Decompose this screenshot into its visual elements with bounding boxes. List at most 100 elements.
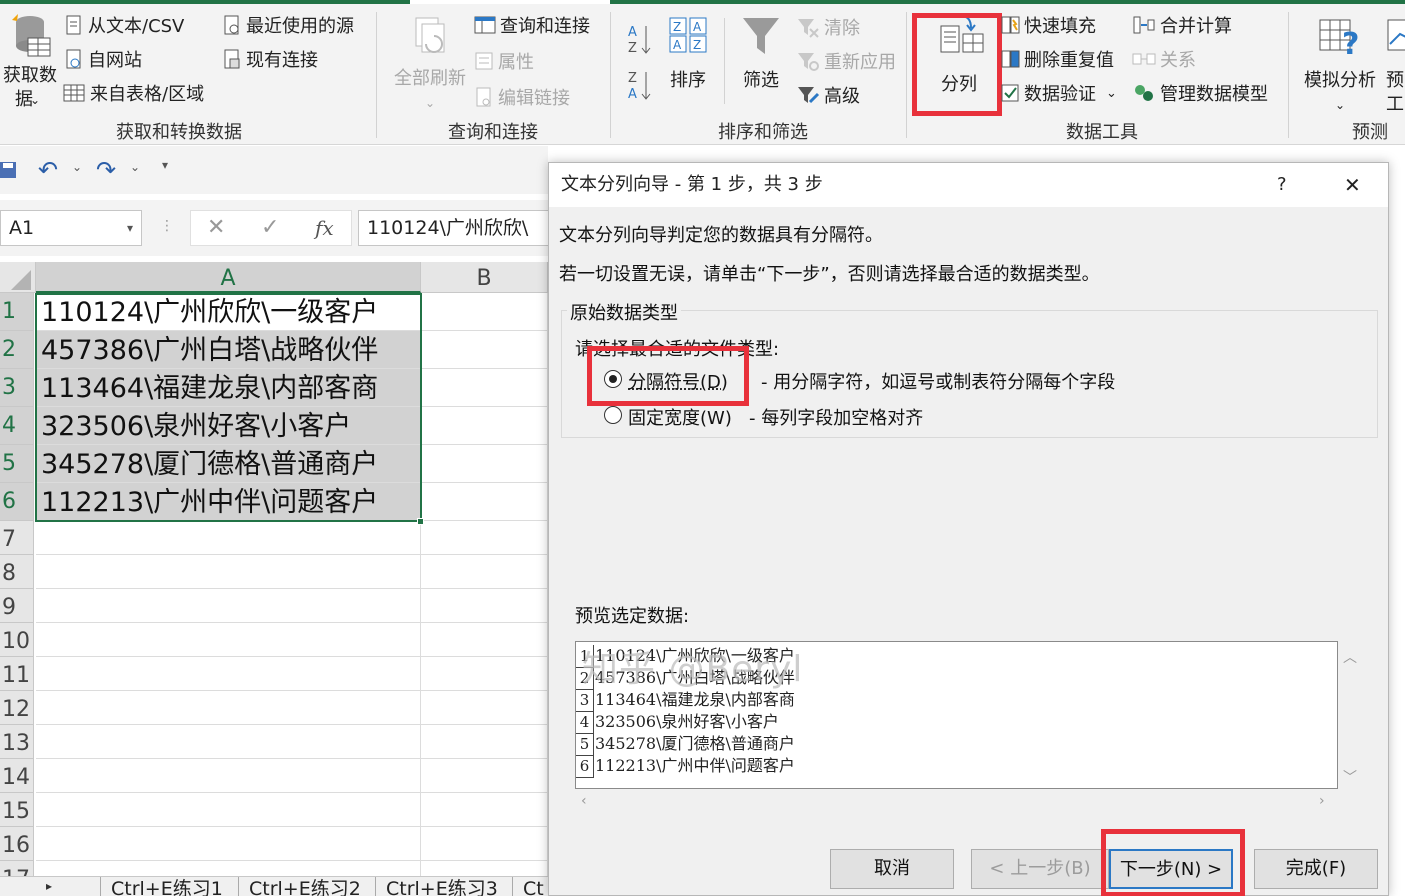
cell-b[interactable] xyxy=(421,331,548,369)
cell-a[interactable] xyxy=(36,827,421,861)
chevron-down-icon[interactable]: ▾ xyxy=(127,211,133,245)
cell-b[interactable] xyxy=(421,555,548,589)
column-header-b[interactable]: B xyxy=(421,262,548,293)
fixed-width-radio[interactable] xyxy=(604,406,622,424)
cell-a[interactable] xyxy=(36,725,421,759)
refresh-all-button[interactable]: 全部刷新 ⌄ xyxy=(390,14,470,115)
save-icon[interactable] xyxy=(0,160,18,185)
cell-a[interactable] xyxy=(36,691,421,725)
consolidate-button[interactable]: 合并计算 xyxy=(1132,12,1232,38)
cell-b[interactable] xyxy=(421,623,548,657)
sort-za-button[interactable]: ZA xyxy=(626,68,654,107)
filter-button[interactable]: 筛选 xyxy=(734,14,788,93)
row-header[interactable]: 7 xyxy=(0,521,34,555)
cell-a[interactable]: 112213\广州中伴\问题客户 xyxy=(36,483,421,521)
clear-filter-button[interactable]: 清除 xyxy=(796,14,860,40)
cell-a[interactable] xyxy=(36,793,421,827)
row-header[interactable]: 17 xyxy=(0,861,34,876)
what-if-analysis-button[interactable]: ? 模拟分析 ⌄ xyxy=(1300,14,1380,117)
cell-a[interactable]: 323506\泉州好客\小客户 xyxy=(36,407,421,445)
row-header[interactable]: 9 xyxy=(0,589,34,623)
properties-button[interactable]: 属性 xyxy=(474,48,534,74)
cell-a[interactable]: 345278\厦门德格\普通商户 xyxy=(36,445,421,483)
cell-a[interactable]: 110124\广州欣欣\一级客户 xyxy=(36,293,421,331)
scroll-right-icon[interactable]: › xyxy=(1319,793,1325,809)
from-web-button[interactable]: 自网站 xyxy=(64,46,142,72)
cell-b[interactable] xyxy=(421,793,548,827)
chevron-down-icon[interactable]: ⌄ xyxy=(130,160,140,174)
cancel-button[interactable]: 取消 xyxy=(830,849,954,889)
cell-a[interactable] xyxy=(36,759,421,793)
formula-input[interactable]: 110124\广州欣欣\ xyxy=(358,210,550,246)
row-header[interactable]: 12 xyxy=(0,691,34,725)
select-all-corner[interactable] xyxy=(0,262,36,293)
advanced-filter-button[interactable]: 高级 xyxy=(796,82,860,108)
cell-a[interactable]: 457386\广州白塔\战略伙伴 xyxy=(36,331,421,369)
name-box[interactable]: A1 ▾ xyxy=(0,210,142,246)
row-header[interactable]: 1 xyxy=(0,293,34,331)
help-button[interactable]: ? xyxy=(1277,163,1287,207)
close-button[interactable]: ✕ xyxy=(1344,163,1361,207)
cell-b[interactable] xyxy=(421,691,548,725)
back-button[interactable]: < 上一步(B) xyxy=(971,849,1109,889)
fill-handle[interactable] xyxy=(417,518,424,525)
row-header[interactable]: 5 xyxy=(0,445,34,483)
row-header[interactable]: 3 xyxy=(0,369,34,407)
redo-icon[interactable]: ↷ xyxy=(96,156,116,184)
reapply-button[interactable]: 重新应用 xyxy=(796,48,896,74)
fixed-width-option-label[interactable]: 固定宽度(W) xyxy=(628,404,732,430)
row-header[interactable]: 6 xyxy=(0,483,34,521)
cell-a[interactable] xyxy=(36,623,421,657)
cell-b[interactable] xyxy=(421,827,548,861)
sort-az-button[interactable]: AZ xyxy=(626,22,654,61)
flash-fill-button[interactable]: 快速填充 xyxy=(1000,12,1096,38)
get-data-button[interactable]: 获取数 据 ⌄ xyxy=(0,12,60,110)
row-header[interactable]: 13 xyxy=(0,725,34,759)
row-header[interactable]: 2 xyxy=(0,331,34,369)
cell-b[interactable] xyxy=(421,407,548,445)
edit-links-button[interactable]: 编辑链接 xyxy=(474,84,570,110)
sheet-tab-1[interactable]: Ctrl+E练习1 xyxy=(100,877,238,896)
cell-a[interactable] xyxy=(36,657,421,691)
queries-connections-button[interactable]: 查询和连接 xyxy=(474,12,590,38)
cell-a[interactable] xyxy=(36,521,421,555)
scroll-up-icon[interactable]: ︿ xyxy=(1343,647,1357,667)
insert-function-icon[interactable]: fx xyxy=(315,211,334,245)
row-header[interactable]: 15 xyxy=(0,793,34,827)
data-validation-button[interactable]: 数据验证 ⌄ xyxy=(1000,80,1117,106)
cell-b[interactable] xyxy=(421,725,548,759)
sheet-tab-4[interactable]: Ct xyxy=(512,877,548,896)
remove-duplicates-button[interactable]: 删除重复值 xyxy=(1000,46,1114,72)
recent-sources-button[interactable]: 最近使用的源 xyxy=(222,12,354,38)
cell-b[interactable] xyxy=(421,589,548,623)
forecast-sheet-button[interactable]: 预 工 xyxy=(1386,14,1405,117)
confirm-entry-icon[interactable]: ✓ xyxy=(261,211,279,245)
cell-b[interactable] xyxy=(421,759,548,793)
row-header[interactable]: 10 xyxy=(0,623,34,657)
manage-data-model-button[interactable]: 管理数据模型 xyxy=(1132,80,1268,106)
row-header[interactable]: 4 xyxy=(0,407,34,445)
chevron-down-icon[interactable]: ⌄ xyxy=(72,160,82,174)
customize-qat-icon[interactable]: ▾ xyxy=(162,158,168,172)
sort-button[interactable]: ZAAZ 排序 xyxy=(660,14,716,93)
scroll-tabs-right-icon[interactable]: ▸ xyxy=(46,879,52,893)
sheet-tab-2[interactable]: Ctrl+E练习2 xyxy=(238,877,375,896)
relationships-button[interactable]: 关系 xyxy=(1132,46,1196,72)
sheet-tab-3[interactable]: Ctrl+E练习3 xyxy=(375,877,512,896)
cell-a[interactable] xyxy=(36,555,421,589)
cell-b[interactable] xyxy=(421,445,548,483)
existing-connections-button[interactable]: 现有连接 xyxy=(222,46,318,72)
finish-button[interactable]: 完成(F) xyxy=(1254,849,1378,889)
cell-b[interactable] xyxy=(421,483,548,521)
row-header[interactable]: 16 xyxy=(0,827,34,861)
column-header-a[interactable]: A xyxy=(36,262,421,293)
scroll-down-icon[interactable]: ﹀ xyxy=(1343,767,1357,787)
cell-a[interactable]: 113464\福建龙泉\内部客商 xyxy=(36,369,421,407)
cell-b[interactable] xyxy=(421,369,548,407)
cell-b[interactable] xyxy=(421,293,548,331)
cell-b[interactable] xyxy=(421,657,548,691)
from-table-button[interactable]: 来自表格/区域 xyxy=(62,80,204,106)
cell-a[interactable] xyxy=(36,589,421,623)
from-text-csv-button[interactable]: 从文本/CSV xyxy=(64,12,184,38)
row-header[interactable]: 11 xyxy=(0,657,34,691)
